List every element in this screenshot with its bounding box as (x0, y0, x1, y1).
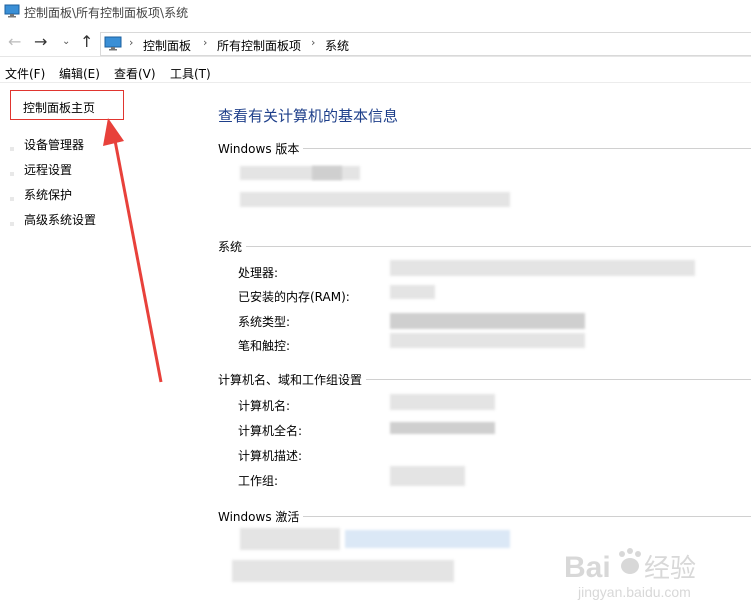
forward-arrow-icon[interactable]: → (34, 32, 47, 51)
menu-tools[interactable]: 工具(T) (170, 65, 211, 82)
window-title: 控制面板\所有控制面板项\系统 (24, 6, 189, 20)
breadcrumb-separator-icon[interactable]: › (129, 36, 133, 49)
redacted-link (345, 530, 510, 548)
sidebar-item-remote-settings[interactable]: 远程设置 (24, 161, 72, 178)
watermark-brand2: 经验 (644, 554, 696, 584)
sidebar-item-advanced-settings[interactable]: 高级系统设置 (24, 211, 96, 228)
control-panel-icon (104, 36, 122, 51)
section-system: 系统 (218, 238, 247, 255)
section-windows-edition: Windows 版本 (218, 140, 304, 157)
up-arrow-icon[interactable]: ↑ (80, 32, 93, 51)
shield-icon (10, 222, 14, 226)
sidebar-control-panel-home[interactable]: 控制面板主页 (10, 90, 124, 120)
redacted-text (232, 560, 454, 582)
navigation-bar: ← → ⌄ ↑ › 控制面板 › 所有控制面板项 › 系统 (0, 30, 751, 57)
label-computer-description: 计算机描述: (238, 449, 303, 463)
menu-edit[interactable]: 编辑(E) (59, 65, 100, 82)
redacted-text (390, 394, 495, 410)
label-computer-name: 计算机名: (238, 399, 291, 413)
breadcrumb-separator-icon[interactable]: › (311, 36, 315, 49)
menu-bar: 文件(F) 编辑(E) 查看(V) 工具(T) (0, 62, 751, 83)
paw-icon (619, 548, 641, 574)
redacted-text (240, 192, 510, 207)
sidebar-item-device-manager[interactable]: 设备管理器 (24, 136, 84, 153)
baidu-jingyan-watermark: Bai 经验 jingyan.baidu.com (564, 548, 696, 600)
shield-icon (10, 147, 14, 151)
watermark-brand: Bai (564, 551, 611, 584)
watermark-url: jingyan.baidu.com (577, 584, 691, 600)
menu-file[interactable]: 文件(F) (5, 65, 45, 82)
redacted-text (312, 166, 342, 180)
redacted-text (390, 422, 495, 434)
breadcrumb-all-items[interactable]: 所有控制面板项 (217, 37, 301, 54)
shield-icon (10, 172, 14, 176)
label-system-type: 系统类型: (238, 315, 291, 329)
section-windows-activation: Windows 激活 (218, 508, 304, 525)
label-memory: 已安装的内存(RAM): (238, 290, 350, 304)
back-arrow-icon[interactable]: ← (8, 32, 21, 51)
label-pen-touch: 笔和触控: (238, 339, 291, 353)
label-full-computer-name: 计算机全名: (238, 424, 303, 438)
redacted-text (390, 260, 695, 276)
recent-locations-chevron-icon[interactable]: ⌄ (62, 36, 70, 47)
redacted-text (240, 528, 340, 550)
sidebar-home-label: 控制面板主页 (23, 101, 96, 115)
breadcrumb-control-panel[interactable]: 控制面板 (143, 37, 191, 54)
redacted-text (390, 466, 465, 486)
label-processor: 处理器: (238, 266, 279, 280)
redacted-text (240, 166, 360, 180)
menu-view[interactable]: 查看(V) (114, 65, 156, 82)
label-workgroup: 工作组: (238, 474, 279, 488)
address-bar[interactable]: › 控制面板 › 所有控制面板项 › 系统 (100, 32, 751, 56)
page-title: 查看有关计算机的基本信息 (218, 107, 399, 125)
redacted-text (390, 285, 435, 299)
system-computer-icon (4, 4, 20, 18)
section-computer-name: 计算机名、域和工作组设置 (218, 371, 367, 388)
redacted-text (390, 313, 585, 329)
sidebar-item-system-protection[interactable]: 系统保护 (24, 186, 72, 203)
breadcrumb-system[interactable]: 系统 (325, 37, 349, 54)
title-bar: 控制面板\所有控制面板项\系统 (0, 0, 751, 26)
shield-icon (10, 197, 14, 201)
breadcrumb-separator-icon[interactable]: › (203, 36, 207, 49)
redacted-text (390, 333, 585, 348)
section-divider (218, 246, 751, 247)
